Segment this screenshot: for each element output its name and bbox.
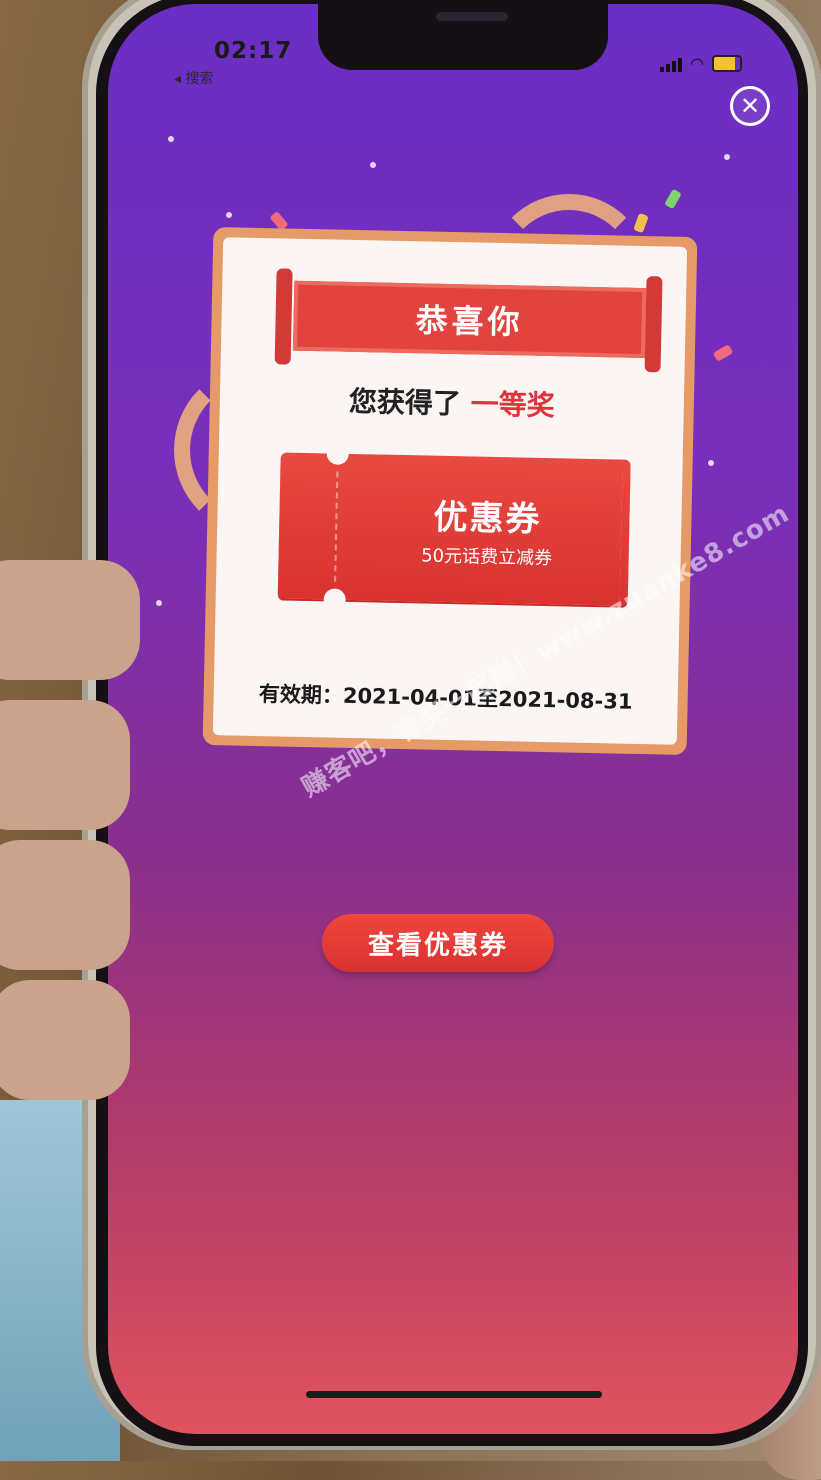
prize-prefix: 您获得了 bbox=[348, 384, 462, 421]
battery-icon bbox=[712, 55, 742, 72]
coupon-ticket: 优惠券 50元话费立减券 bbox=[277, 442, 639, 611]
sparkle-dot bbox=[708, 460, 714, 466]
wifi-icon: ◠ bbox=[690, 54, 704, 73]
signal-icon bbox=[660, 56, 683, 72]
congrats-banner: 恭喜你 bbox=[292, 280, 647, 359]
finger bbox=[0, 700, 130, 830]
finger bbox=[0, 840, 130, 970]
phone-speaker bbox=[436, 12, 508, 21]
phone-notch bbox=[318, 0, 608, 70]
status-time: 02:17 bbox=[214, 38, 293, 64]
coupon-title: 优惠券 bbox=[433, 497, 542, 540]
close-icon: ✕ bbox=[739, 92, 761, 120]
prize-name: 一等奖 bbox=[470, 387, 556, 423]
sparkle-dot bbox=[370, 162, 376, 168]
scroll-roller-left bbox=[274, 268, 293, 365]
prize-card: 恭喜你 您获得了 一等奖 优惠券 50元话费立减券 有效期：2021-04-01… bbox=[202, 226, 698, 756]
scroll-roller-right bbox=[644, 276, 663, 373]
prize-card-inner: 恭喜你 您获得了 一等奖 优惠券 50元话费立减券 有效期：2021-04-01… bbox=[212, 237, 688, 745]
finger bbox=[0, 980, 130, 1100]
confetti-piece bbox=[664, 188, 682, 210]
phone-screen: 02:17 ◂ 搜索 ◠ ✕ 恭喜你 您获得了 一等奖 优惠券 50元话费立减券… bbox=[108, 4, 798, 1434]
sparkle-dot bbox=[168, 136, 174, 142]
sparkle-dot bbox=[226, 212, 232, 218]
ticket-divider bbox=[334, 471, 339, 582]
back-to-search[interactable]: ◂ 搜索 bbox=[174, 68, 213, 88]
status-icons: ◠ bbox=[660, 54, 742, 73]
home-indicator[interactable] bbox=[306, 1391, 602, 1398]
sparkle-dot bbox=[156, 600, 162, 606]
coupon-subtitle: 50元话费立减券 bbox=[420, 545, 553, 570]
ticket-notch bbox=[326, 442, 349, 465]
finger bbox=[0, 560, 140, 680]
close-button[interactable]: ✕ bbox=[730, 86, 770, 126]
prize-line: 您获得了 一等奖 bbox=[219, 377, 684, 427]
ticket-notch bbox=[323, 588, 346, 611]
view-coupon-button[interactable]: 查看优惠券 bbox=[322, 914, 554, 972]
sparkle-dot bbox=[724, 154, 730, 160]
confetti-piece bbox=[712, 344, 734, 362]
congrats-title: 恭喜你 bbox=[415, 301, 524, 342]
